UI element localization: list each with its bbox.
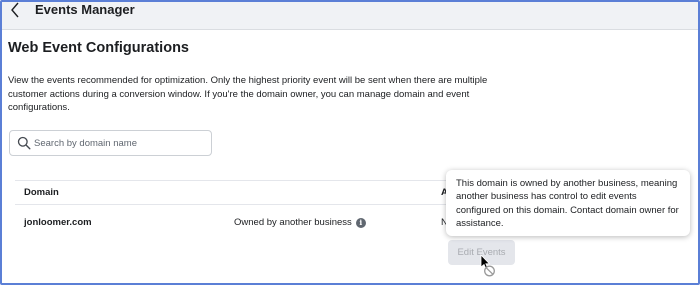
table-row-domain: jonloomer.com (24, 217, 92, 228)
chevron-left-icon[interactable] (8, 0, 22, 20)
topbar: Events Manager (2, 2, 698, 30)
info-icon[interactable]: i (355, 217, 366, 228)
column-header-domain[interactable]: Domain (24, 187, 59, 198)
not-allowed-cursor-icon (480, 254, 495, 277)
page-title: Web Event Configurations (8, 40, 189, 56)
search-input[interactable] (34, 133, 206, 153)
ownership-tooltip: This domain is owned by another business… (446, 170, 690, 236)
app-window: Events Manager Web Event Configurations … (0, 0, 700, 285)
search-icon (17, 136, 31, 150)
topbar-title: Events Manager (35, 2, 135, 17)
ownership-label: Owned by another business (234, 217, 352, 228)
search-box[interactable] (9, 130, 212, 156)
page-description: View the events recommended for optimiza… (8, 75, 488, 113)
table-row-ownership: Owned by another business i (234, 217, 366, 228)
